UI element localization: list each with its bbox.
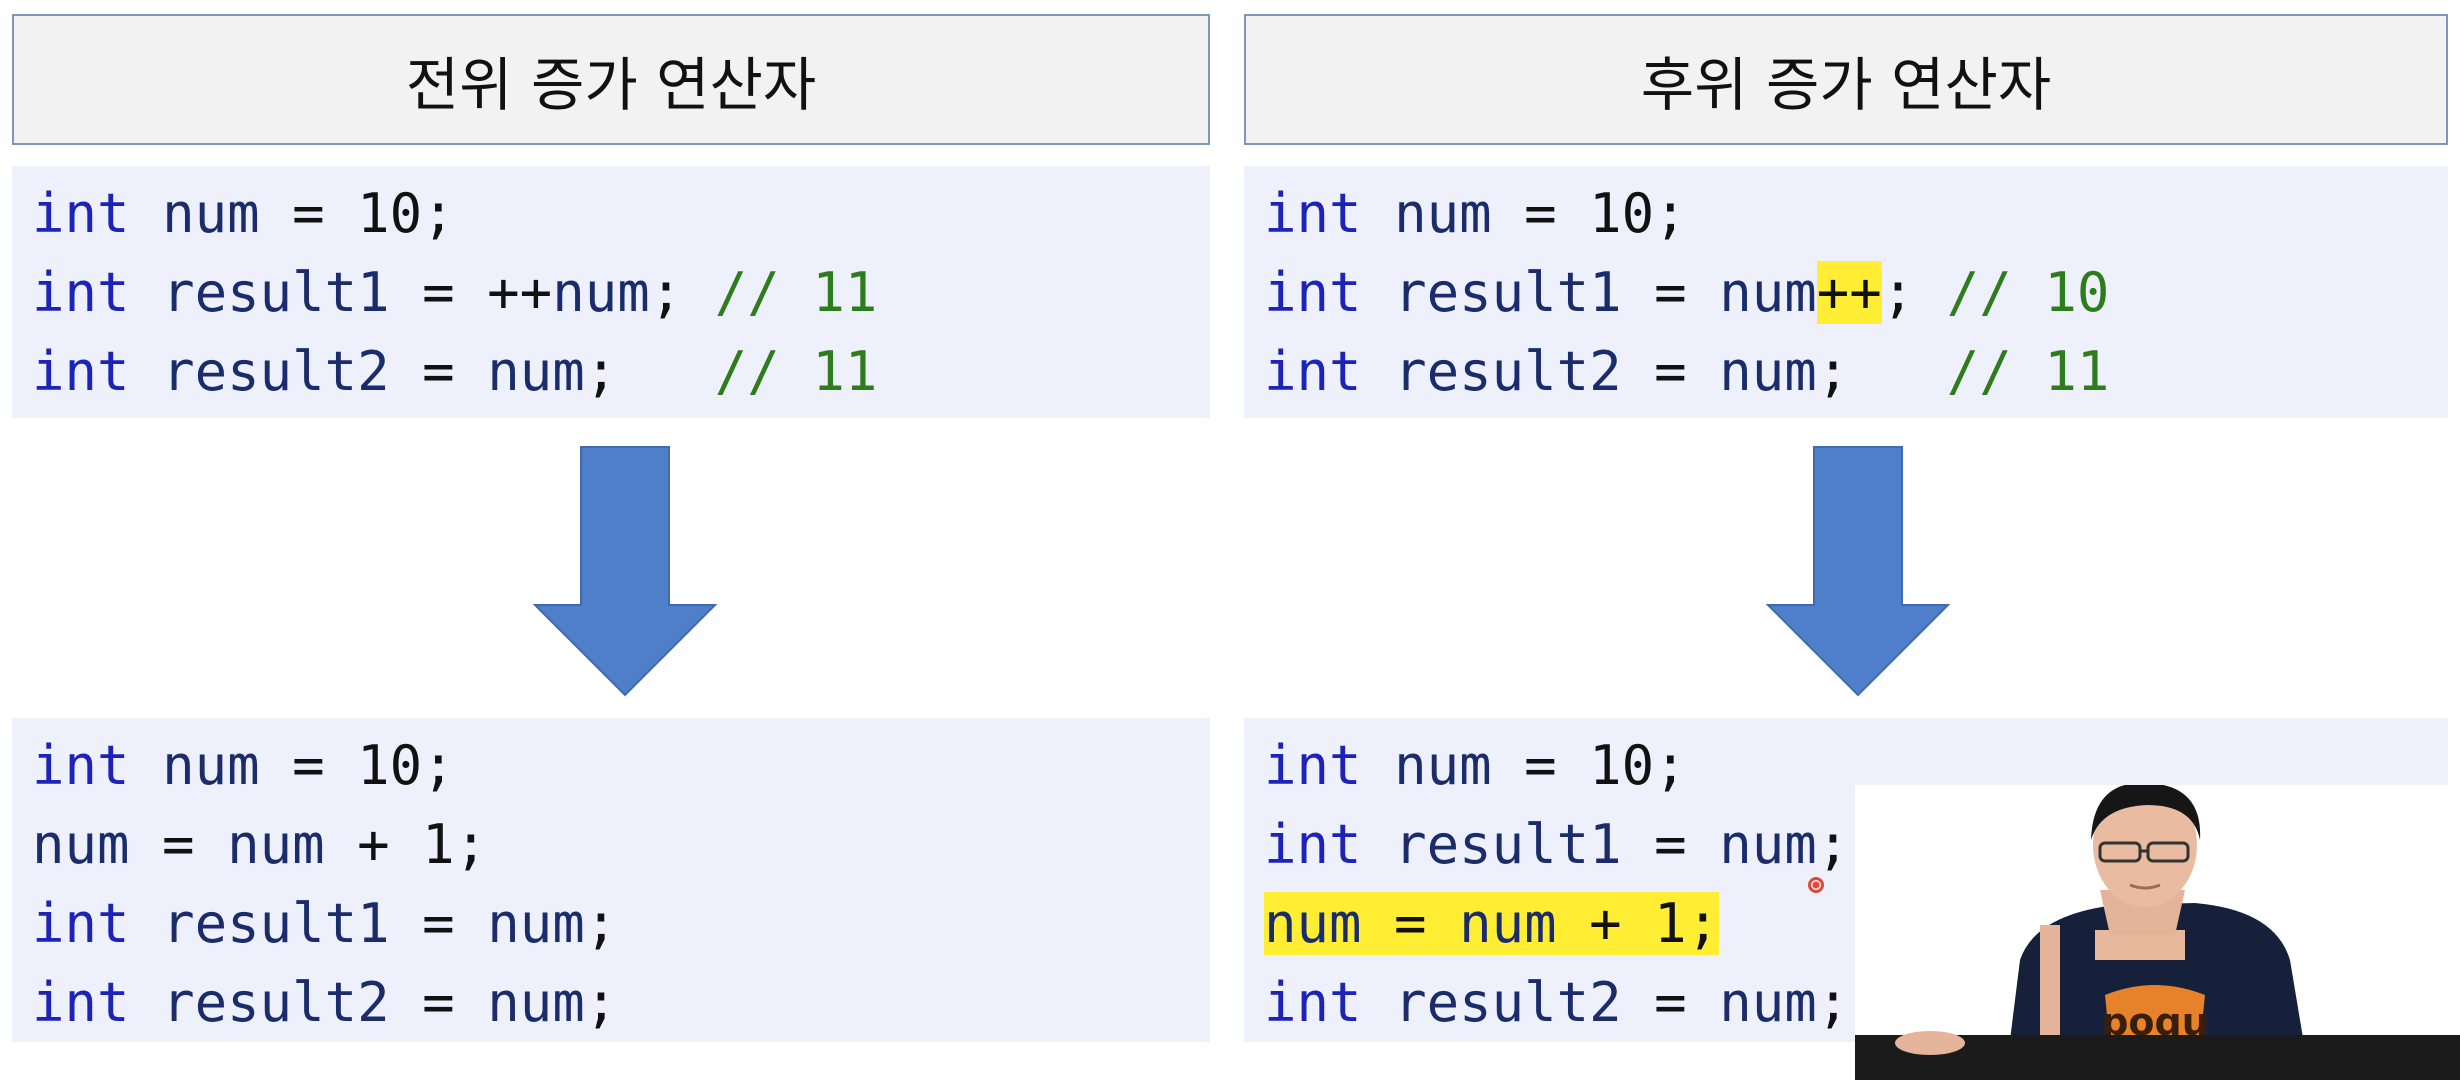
code-token: = 10; (259, 182, 455, 245)
code-line: int num = 10; (32, 174, 1210, 253)
code-token: num (1719, 813, 1817, 876)
code-token: = 10; (1491, 182, 1687, 245)
code-token: ; (584, 971, 618, 1034)
code-token: num (487, 892, 585, 955)
code-token: num (1264, 892, 1362, 955)
code-token: result2 (162, 340, 390, 403)
code-token: = (389, 340, 488, 403)
title-postfix-increment: 후위 증가 연산자 (1244, 14, 2448, 145)
code-token: num (1719, 971, 1817, 1034)
code-token: result1 (1394, 261, 1622, 324)
code-token: result1 (162, 892, 390, 955)
code-token: = (389, 971, 488, 1034)
code-token: num (1719, 261, 1817, 324)
title-postfix-increment-text: 후위 증가 연산자 (1640, 50, 2052, 119)
code-line: int result1 = num++; // 10 (1264, 253, 2448, 332)
code-token: num (487, 340, 585, 403)
code-token: num (227, 813, 325, 876)
code-token: num (1394, 734, 1492, 797)
code-token: result1 (162, 261, 390, 324)
code-token: = ++ (389, 261, 553, 324)
code-line: int result1 = num; (32, 884, 1210, 963)
code-token: ; (584, 892, 618, 955)
code-token: result2 (1394, 340, 1622, 403)
code-token: // 11 (1946, 340, 2110, 403)
code-token: int (1264, 182, 1362, 245)
code-token: ; (649, 261, 715, 324)
code-token: ++ (1816, 261, 1882, 324)
code-token: int (1264, 340, 1362, 403)
laser-pointer-dot (1808, 877, 1824, 893)
code-token: = (1361, 892, 1460, 955)
title-prefix-increment-text: 전위 증가 연산자 (405, 50, 817, 119)
code-token: ; (1881, 261, 1947, 324)
code-token: = (389, 892, 488, 955)
code-token: int (32, 261, 130, 324)
code-token: int (32, 340, 130, 403)
code-block-prefix-expanded: int num = 10; num = num + 1; int result1 =… (12, 718, 1210, 1042)
code-token: // 11 (714, 261, 878, 324)
code-token: = 10; (259, 734, 455, 797)
code-line: int result2 = num; (32, 963, 1210, 1042)
presenter-webcam-overlay: poqu (1855, 785, 2460, 1080)
code-token: int (32, 971, 130, 1034)
code-token: num (552, 261, 650, 324)
code-token: ; (1816, 813, 1850, 876)
code-line: int result1 = ++num; // 11 (32, 253, 1210, 332)
code-token: num (32, 813, 130, 876)
code-token: int (32, 892, 130, 955)
code-token: num (162, 734, 260, 797)
code-line: int result2 = num; // 11 (32, 332, 1210, 411)
code-token: int (1264, 261, 1362, 324)
code-token: num (162, 182, 260, 245)
down-arrow-right (1765, 446, 1951, 697)
code-line: num = num + 1; (32, 805, 1210, 884)
code-token: = (1621, 971, 1720, 1034)
code-token: int (32, 734, 130, 797)
code-token: int (1264, 971, 1362, 1034)
code-token: + 1; (1556, 892, 1720, 955)
code-token: = 10; (1491, 734, 1687, 797)
code-token: num (487, 971, 585, 1034)
title-prefix-increment: 전위 증가 연산자 (12, 14, 1210, 145)
code-token: int (32, 182, 130, 245)
code-block-postfix-original: int num = 10; int result1 = num++; // 10 i… (1244, 166, 2448, 418)
down-arrow-left (532, 446, 718, 697)
code-token: = (129, 813, 228, 876)
code-token: // 11 (714, 340, 878, 403)
code-line: int num = 10; (32, 726, 1210, 805)
code-token: = (1621, 261, 1720, 324)
code-token: int (1264, 813, 1362, 876)
code-token: ; (1816, 971, 1850, 1034)
code-line: int result2 = num; // 11 (1264, 332, 2448, 411)
code-token: result2 (162, 971, 390, 1034)
code-token: result2 (1394, 971, 1622, 1034)
code-token: ; (584, 340, 715, 403)
code-token: num (1394, 182, 1492, 245)
code-token: ; (1816, 340, 1947, 403)
code-token: num (1459, 892, 1557, 955)
code-token: int (1264, 734, 1362, 797)
code-line: int num = 10; (1264, 174, 2448, 253)
code-token: num (1719, 340, 1817, 403)
code-block-prefix-original: int num = 10; int result1 = ++num; // 11 i… (12, 166, 1210, 418)
code-token: result1 (1394, 813, 1622, 876)
code-token: = (1621, 340, 1720, 403)
code-token: // 10 (1946, 261, 2110, 324)
code-token: + 1; (324, 813, 488, 876)
presenter-illustration: poqu (1855, 785, 2460, 1080)
code-token: = (1621, 813, 1720, 876)
